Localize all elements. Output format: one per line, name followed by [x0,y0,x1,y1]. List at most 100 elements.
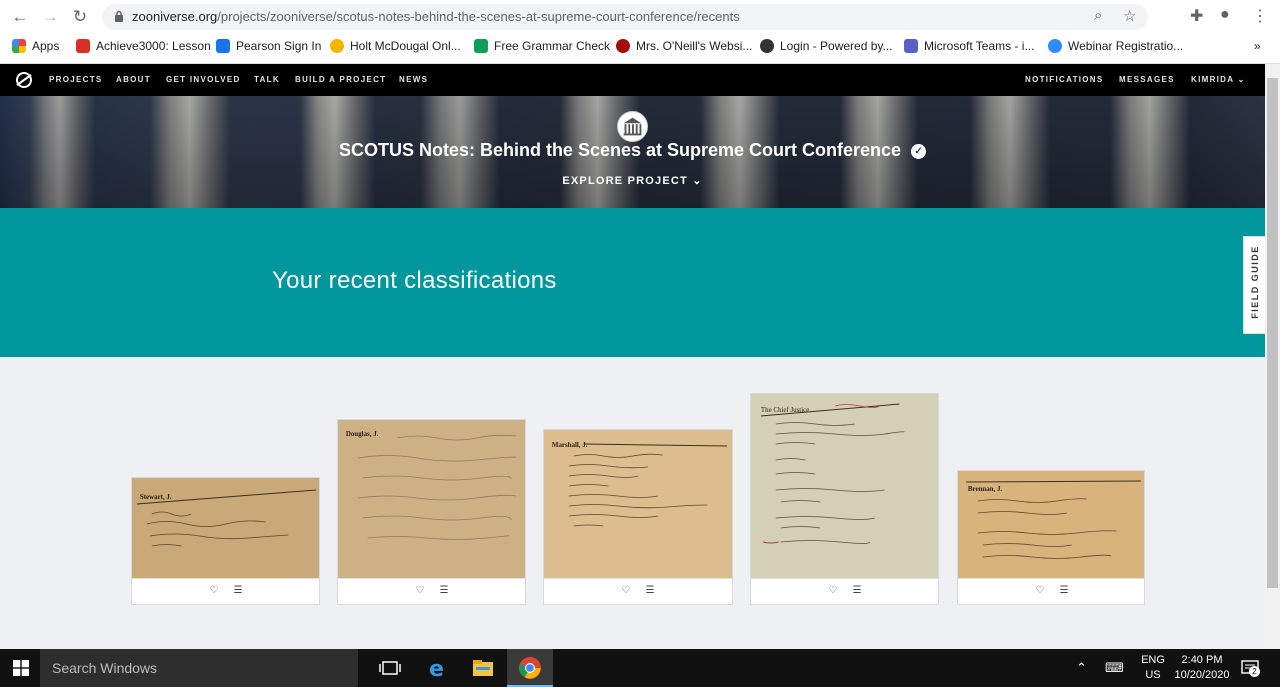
heart-icon[interactable]: ♡ [208,585,220,597]
windows-start-icon[interactable] [13,660,29,676]
tray-chevron-up-icon[interactable]: ⌃ [1076,660,1087,676]
collection-list-icon[interactable]: ☰ [438,585,450,597]
card-header-label: Douglas, J. [346,430,379,438]
star-icon[interactable]: ☆ [1123,7,1136,25]
recents-header: Your recent classifications [0,208,1265,357]
card-actions: ♡ ☰ [751,578,938,604]
subject-thumbnail[interactable]: Stewart, J. [132,478,319,579]
bookmark-holt[interactable]: Holt McDougal Onl... [330,37,461,55]
subject-thumbnail[interactable]: The Chief Justice [751,394,938,580]
bookmark-oneill[interactable]: Mrs. O'Neill's Websi... [616,37,752,55]
url-text: zooniverse.org/projects/zooniverse/scotu… [132,9,740,24]
classification-card[interactable]: The Chief Justice ♡ ☰ [750,393,939,605]
achieve-icon [76,39,90,53]
nav-notifications[interactable]: NOTIFICATIONS [1025,75,1104,84]
chevron-down-icon: ⌄ [692,175,703,187]
project-hero: SCOTUS Notes: Behind the Scenes at Supre… [0,96,1265,208]
file-explorer-icon[interactable] [471,656,495,680]
heart-icon[interactable]: ♡ [1034,585,1046,597]
classification-card[interactable]: Stewart, J. ♡ ☰ [131,477,320,605]
nav-talk[interactable]: TALK [254,75,280,84]
card-header-label: The Chief Justice [761,406,809,414]
nav-user-menu[interactable]: KIMRIDA ⌄ [1191,75,1246,84]
more-bookmarks-button[interactable]: » [1254,37,1261,55]
subject-thumbnail[interactable]: Marshall, J. [544,430,732,580]
lock-icon [115,10,123,22]
zoom-video-icon [1048,39,1062,53]
bookmarks-bar: Apps Achieve3000: Lesson Pearson Sign In… [0,35,1280,57]
menu-icon[interactable]: ⋮ [1252,6,1268,26]
collection-list-icon[interactable]: ☰ [851,585,863,597]
bookmark-webinar[interactable]: Webinar Registratio... [1048,37,1183,55]
classification-card[interactable]: Douglas, J. ♡ ☰ [337,419,526,605]
heart-icon[interactable]: ♡ [827,585,839,597]
oneill-icon [616,39,630,53]
nav-about[interactable]: ABOUT [116,75,151,84]
address-bar[interactable]: zooniverse.org/projects/zooniverse/scotu… [102,4,1148,30]
pearson-icon [216,39,230,53]
language-indicator[interactable]: ENG US [1140,654,1166,681]
grammar-icon [474,39,488,53]
paper-background [751,394,938,580]
login-icon [760,39,774,53]
browser-chrome: ← → ↻ zooniverse.org/projects/zooniverse… [0,0,1280,64]
heart-icon[interactable]: ♡ [620,585,632,597]
courthouse-icon [623,117,642,136]
collection-list-icon[interactable]: ☰ [644,585,656,597]
reload-icon[interactable]: ↻ [68,6,92,28]
project-avatar [617,111,648,142]
card-actions: ♡ ☰ [132,578,319,604]
chevron-down-icon: ⌄ [1237,75,1246,84]
project-title[interactable]: SCOTUS Notes: Behind the Scenes at Supre… [0,140,1265,161]
card-actions: ♡ ☰ [958,578,1144,604]
zoom-icon[interactable]: ⌕ [1094,7,1102,24]
bookmark-apps[interactable]: Apps [12,37,59,55]
chrome-taskbar-button[interactable] [507,649,553,687]
nav-get-involved[interactable]: GET INVOLVED [166,75,241,84]
scrollbar-thumb[interactable] [1267,78,1278,588]
svg-text:e: e [429,657,444,680]
collection-list-icon[interactable]: ☰ [1058,585,1070,597]
nav-build-a-project[interactable]: BUILD A PROJECT [295,75,386,84]
field-guide-tab[interactable]: FIELD GUIDE [1243,236,1265,334]
bookmark-teams[interactable]: Microsoft Teams - i... [904,37,1034,55]
keyboard-icon[interactable]: ⌨ [1105,660,1124,676]
explore-project-button[interactable]: EXPLORE PROJECT ⌄ [0,174,1265,187]
chrome-icon [519,657,541,679]
card-header-label: Stewart, J. [140,493,172,501]
paper-background [338,420,525,580]
clock[interactable]: 2:40 PM 10/20/2020 [1172,654,1232,681]
action-center-icon[interactable]: 2 [1240,658,1260,678]
edge-icon[interactable]: e [426,656,450,680]
card-header-label: Brennan, J. [968,485,1003,493]
apps-icon [12,39,26,53]
collection-list-icon[interactable]: ☰ [232,585,244,597]
notification-count-badge: 2 [1249,666,1260,677]
nav-news[interactable]: NEWS [399,75,428,84]
windows-taskbar: Search Windows e ⌃ ⌨ ENG US 2:40 PM 10/20/… [0,649,1280,687]
extensions-icon[interactable]: ✚ [1190,6,1203,26]
task-view-icon[interactable] [378,656,402,680]
teams-icon [904,39,918,53]
taskbar-search-input[interactable]: Search Windows [40,649,358,687]
heart-icon[interactable]: ♡ [414,585,426,597]
bookmark-pearson[interactable]: Pearson Sign In [216,37,321,55]
zooniverse-logo-icon[interactable] [15,71,33,89]
bookmark-achieve3000[interactable]: Achieve3000: Lesson [76,37,211,55]
page-scrollbar[interactable] [1265,64,1280,649]
card-actions: ♡ ☰ [544,578,732,604]
subject-thumbnail[interactable]: Douglas, J. [338,420,525,580]
forward-icon[interactable]: → [38,6,62,28]
back-icon[interactable]: ← [8,6,32,28]
nav-messages[interactable]: MESSAGES [1119,75,1175,84]
classification-card[interactable]: Marshall, J. ♡ ☰ [543,429,733,605]
nav-projects[interactable]: PROJECTS [49,75,103,84]
profile-icon[interactable]: ● [1220,6,1230,24]
holt-icon [330,39,344,53]
verified-check-icon: ✓ [911,144,927,159]
classification-card[interactable]: Brennan, J. ♡ ☰ [957,470,1145,605]
bookmark-login[interactable]: Login - Powered by... [760,37,893,55]
bookmark-grammar[interactable]: Free Grammar Check [474,37,610,55]
card-actions: ♡ ☰ [338,578,525,604]
subject-thumbnail[interactable]: Brennan, J. [958,471,1144,579]
